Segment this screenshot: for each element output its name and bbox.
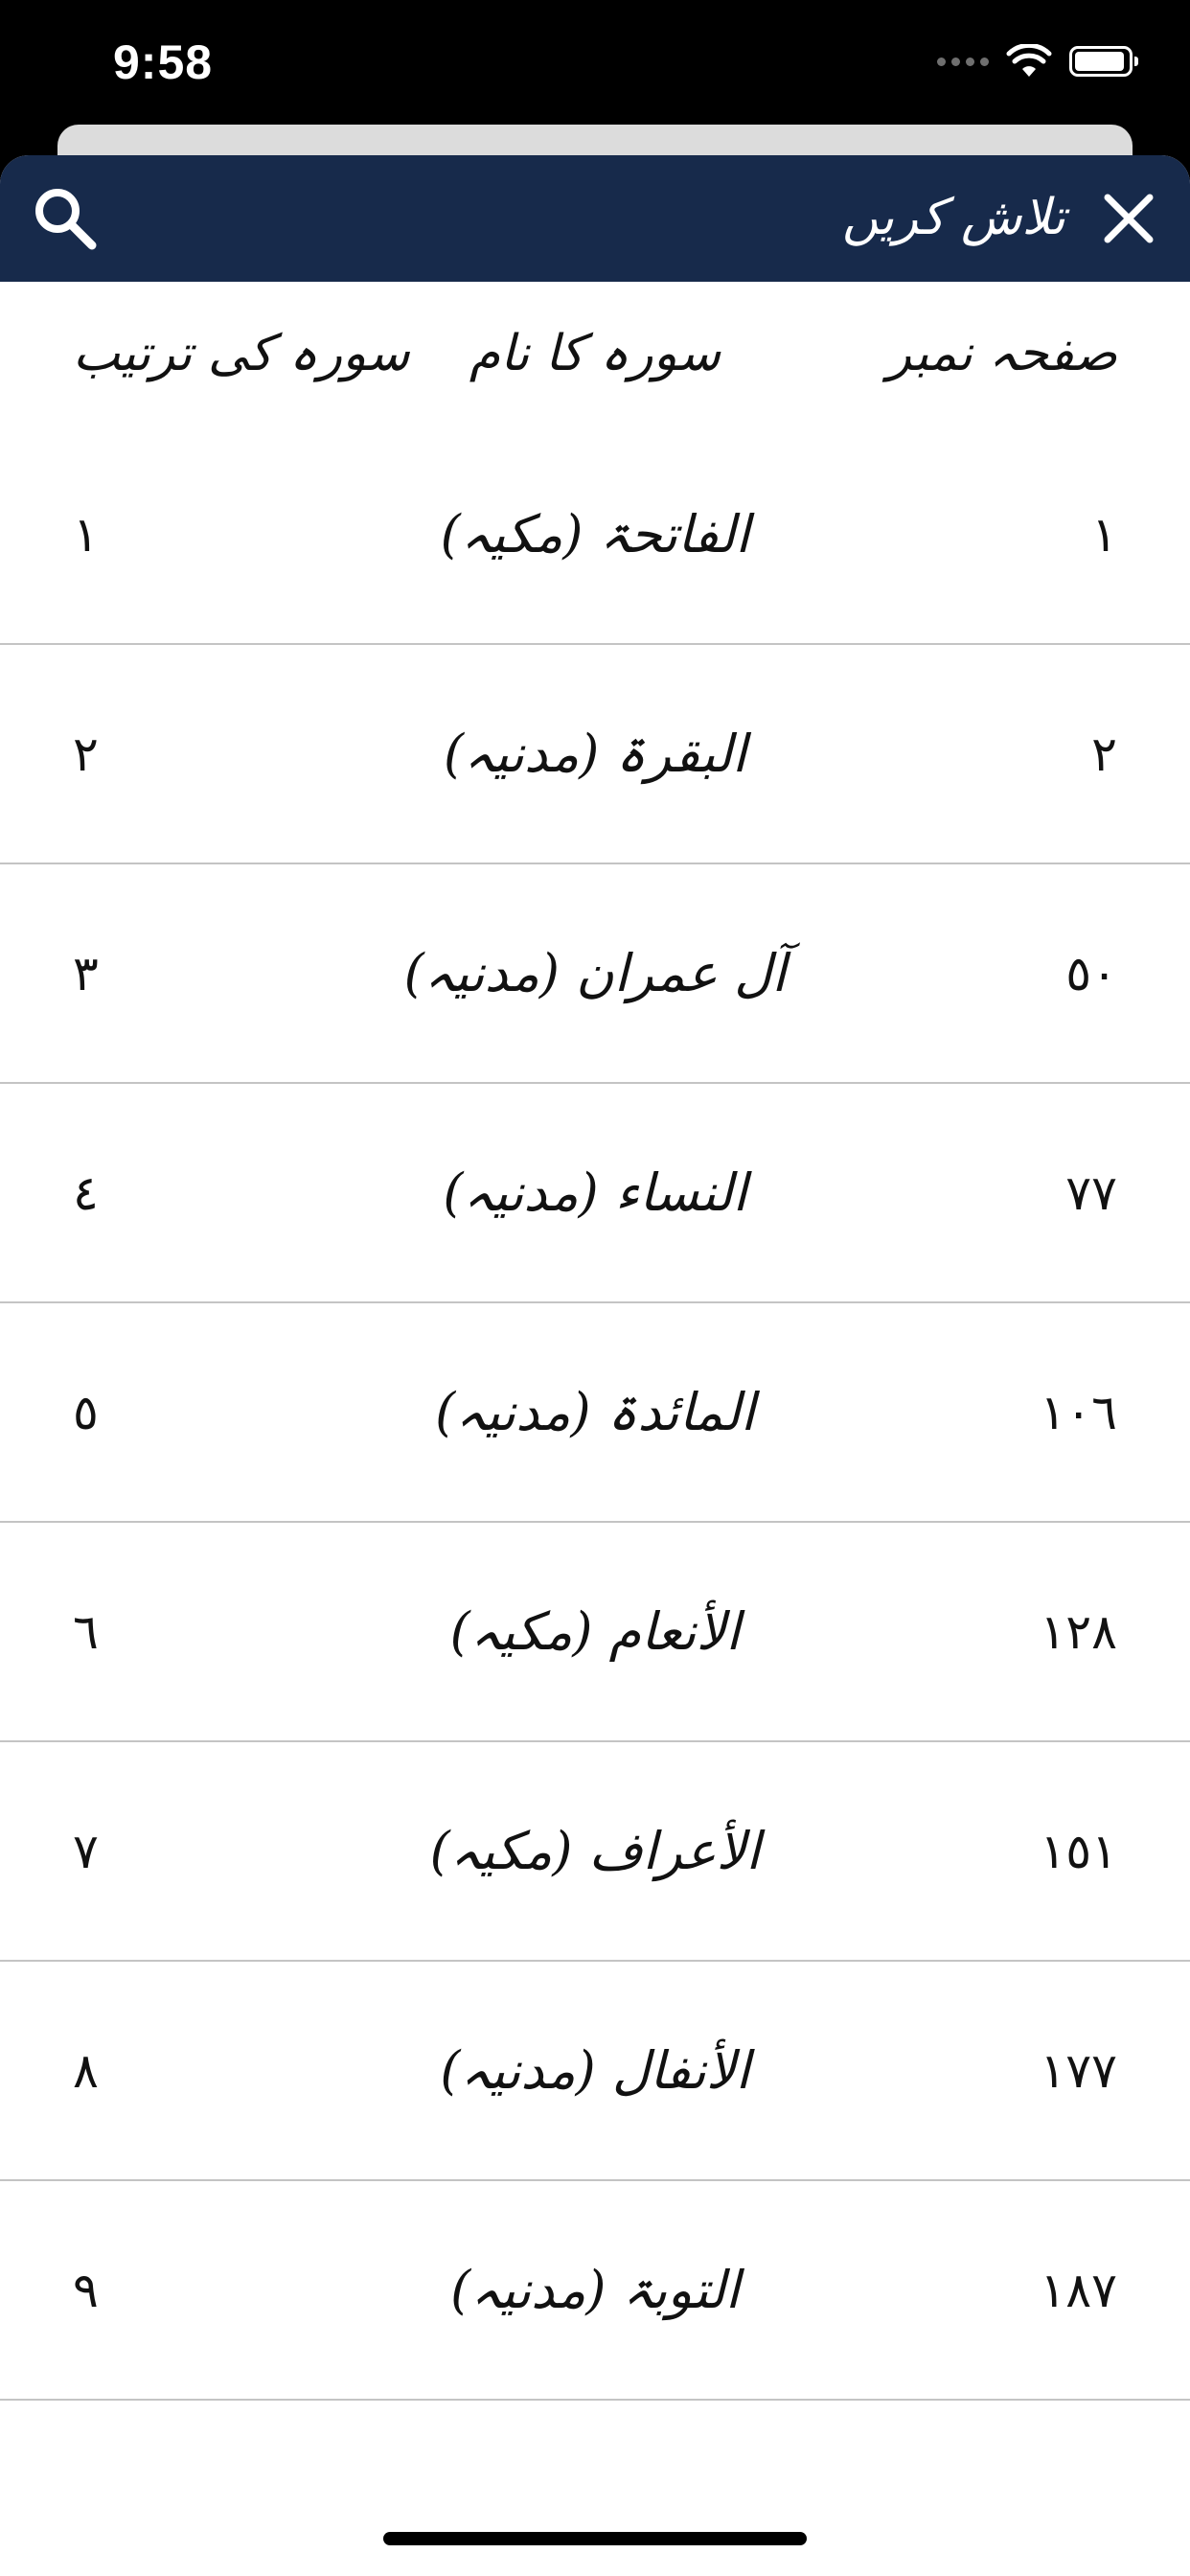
- page-number: ١٧٧: [1040, 2042, 1117, 2099]
- status-bar: 9:58: [0, 0, 1190, 126]
- surah-order: ٨: [73, 2042, 99, 2099]
- table-row[interactable]: ١٢٨ الأنعام (مکیہ) ٦: [0, 1523, 1190, 1742]
- battery-level: [1075, 52, 1125, 71]
- table-row[interactable]: ١٨٧ التوبۃ (مدنیہ) ٩: [0, 2181, 1190, 2401]
- surah-order: ٤: [73, 1164, 99, 1221]
- table-row[interactable]: ٧٧ النساء (مدنیہ) ٤: [0, 1084, 1190, 1303]
- surah-name: النساء (مدنیہ): [443, 1162, 747, 1223]
- table-row-partial[interactable]: [0, 2401, 1190, 2516]
- surah-name: الأنفال (مدنیہ): [440, 2040, 750, 2101]
- close-icon[interactable]: [1096, 186, 1161, 251]
- surah-order: ٧: [73, 1823, 99, 1879]
- page-number: ١٨٧: [1040, 2262, 1117, 2318]
- cellular-signal-icon: [937, 57, 989, 66]
- surah-order: ٥: [73, 1384, 99, 1440]
- surah-order: ٢: [73, 725, 99, 782]
- page-number: ٢: [1091, 725, 1117, 782]
- header-surah-order: سورہ کی ترتیب: [73, 325, 410, 382]
- surah-order: ١: [73, 506, 99, 563]
- surah-name: الأنعام (مکیہ): [449, 1601, 741, 1662]
- page-number: ١٥١: [1040, 1823, 1117, 1879]
- page-number: ١٠٦: [1040, 1384, 1117, 1440]
- surah-name: الفاتحۃ (مکیہ): [440, 504, 750, 564]
- surah-list: ١ الفاتحۃ (مکیہ) ١ ٢ البقرۃ (مدنیہ) ٢ ٥٠…: [0, 426, 1190, 2516]
- table-row[interactable]: ٢ البقرۃ (مدنیہ) ٢: [0, 645, 1190, 864]
- page-number: ٥٠: [1065, 945, 1117, 1001]
- header-page-number: صفحہ نمبر: [887, 325, 1117, 382]
- surah-order: ٩: [73, 2262, 99, 2318]
- page-number: ١: [1091, 506, 1117, 563]
- page-number: ٧٧: [1065, 1164, 1117, 1221]
- home-indicator[interactable]: [383, 2532, 807, 2545]
- surah-name: البقرۃ (مدنیہ): [443, 724, 747, 784]
- table-row[interactable]: ١٠٦ المائدۃ (مدنیہ) ٥: [0, 1303, 1190, 1523]
- table-row[interactable]: ٥٠ آل عمران (مدنیہ) ٣: [0, 864, 1190, 1084]
- surah-name: التوبۃ (مدنیہ): [450, 2260, 740, 2320]
- surah-index-sheet: تلاش کریں صفحہ نمبر سورہ کا نام سورہ کی …: [0, 155, 1190, 2576]
- navigation-bar: تلاش کریں: [0, 155, 1190, 282]
- status-indicators: [937, 42, 1138, 80]
- battery-icon: [1069, 46, 1138, 77]
- search-icon[interactable]: [29, 182, 102, 255]
- surah-name: المائدۃ (مدنیہ): [435, 1382, 755, 1442]
- table-row[interactable]: ١٧٧ الأنفال (مدنیہ) ٨: [0, 1962, 1190, 2181]
- table-row[interactable]: ١٥١ الأعراف (مکیہ) ٧: [0, 1742, 1190, 1962]
- surah-name: آل عمران (مدنیہ): [403, 943, 787, 1003]
- status-time: 9:58: [113, 35, 214, 89]
- page-number: ١٢٨: [1040, 1603, 1117, 1660]
- search-title[interactable]: تلاش کریں: [842, 184, 1065, 251]
- table-row[interactable]: ١ الفاتحۃ (مکیہ) ١: [0, 426, 1190, 645]
- table-header: صفحہ نمبر سورہ کا نام سورہ کی ترتیب: [0, 282, 1190, 426]
- surah-order: ٣: [73, 945, 99, 1001]
- wifi-icon: [1006, 44, 1052, 77]
- surah-order: ٦: [73, 1603, 99, 1660]
- surah-name: الأعراف (مکیہ): [429, 1821, 761, 1881]
